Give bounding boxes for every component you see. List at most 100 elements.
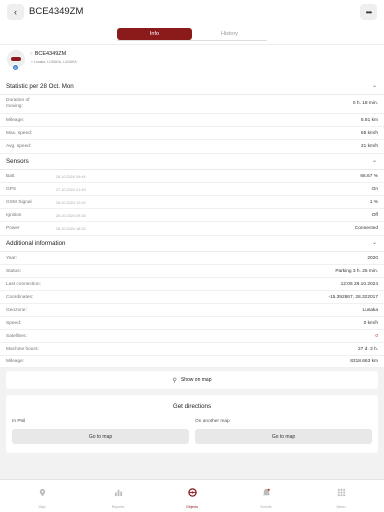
chevron-down-icon: ⌄: [371, 158, 377, 164]
tab-bar: Info History: [0, 24, 384, 44]
sensor-date: 28.10.2024 09:44: [56, 175, 86, 179]
directions-card: Get directions In Ptsl On another map Go…: [6, 395, 378, 453]
chevron-left-icon: ‹: [14, 7, 17, 17]
sensors-header[interactable]: Sensors ⌄: [0, 154, 384, 170]
nav-label: Map: [38, 505, 46, 509]
row-value: 31 km/h: [360, 144, 378, 149]
sensor-value: On: [371, 187, 378, 192]
info-row: Coordinates: -15.392867, 28.322017: [0, 291, 384, 304]
more-dots-icon: •••: [365, 7, 372, 17]
statistic-row: Duration of moving: 0 h. 18 min.: [0, 95, 384, 114]
sensor-date: 27.10.2024 21:43: [56, 188, 86, 192]
row-label: Duration of moving:: [6, 98, 30, 109]
row-value: 12:06 28.10.2024: [340, 282, 378, 287]
sensor-name: Power: [6, 226, 20, 231]
top-bar: ‹ BCE4349ZM •••: [0, 0, 384, 24]
sensor-name: GSM Signal: [6, 200, 32, 205]
statistic-row: Mileage: 5.81 km: [0, 114, 384, 127]
bar-chart-icon: [114, 489, 122, 497]
nav-label: Events: [260, 505, 272, 509]
chevron-down-icon: ⌄: [371, 83, 377, 89]
statistic-title: Statistic per 28 Oct. Mon: [6, 83, 74, 90]
row-label: Speed:: [6, 321, 22, 326]
show-on-map-button[interactable]: ⚲ Show on map: [6, 371, 378, 389]
sensor-value: 1 %: [369, 200, 378, 205]
object-card: 6 ○ BCE4349ZM ⌖ Lusaka, LUSAKA, LUSAKA: [0, 44, 384, 79]
map-pin-icon: [39, 488, 45, 497]
nav-map[interactable]: Map: [22, 484, 62, 509]
additional-info-title: Additional information: [6, 240, 66, 247]
tab-divider: [117, 40, 267, 41]
sensor-name: Batt: [6, 174, 15, 179]
sensor-value: Off: [371, 213, 378, 218]
row-value: 65 km/h: [360, 131, 378, 136]
object-address: ⌖ Lusaka, LUSAKA, LUSAKA: [31, 60, 77, 64]
sensor-date: 28.10.2024 18:23: [56, 227, 86, 231]
map-pin-icon: ⚲: [172, 377, 177, 384]
row-label: Coordinates:: [6, 295, 34, 300]
bell-icon: [262, 488, 270, 496]
row-value: 0 km/h: [363, 321, 378, 326]
nav-objects[interactable]: Objects: [172, 484, 212, 509]
info-row: Mileage: 8318.663 km: [0, 356, 384, 368]
row-label: Geozone:: [6, 308, 27, 313]
row-value: 5.81 km: [360, 118, 378, 123]
sensor-row: Power 28.10.2024 18:23 Connected: [0, 222, 384, 236]
nav-menu[interactable]: Menu: [321, 484, 361, 509]
row-value: 0 h. 18 min.: [352, 101, 378, 106]
sensor-row: GSM Signal 28.10.2024 12:02 1 %: [0, 196, 384, 209]
sensors-title: Sensors: [6, 158, 29, 165]
object-name-text: BCE4349ZM: [34, 51, 67, 57]
row-value: 8318.663 km: [350, 359, 378, 364]
status-dot-icon: ○: [30, 51, 33, 56]
row-value: Parking 3 h. 25 min.: [335, 269, 378, 274]
bottom-nav: Map Reports Objects Events Menu: [0, 479, 384, 512]
additional-info-header[interactable]: Additional information ⌄: [0, 236, 384, 252]
statistic-header[interactable]: Statistic per 28 Oct. Mon ⌄: [0, 79, 384, 95]
page-title: BCE4349ZM: [29, 6, 84, 17]
nav-label: Objects: [185, 505, 199, 509]
more-button[interactable]: •••: [360, 4, 377, 20]
statistic-row: Max. speed: 65 km/h: [0, 127, 384, 140]
show-on-map-label: Show on map: [180, 377, 212, 383]
nav-events[interactable]: Events: [246, 484, 286, 509]
nav-label: Reports: [111, 505, 125, 509]
object-address-text: Lusaka, LUSAKA, LUSAKA: [33, 60, 77, 64]
go-to-map-button-app[interactable]: Go to map: [12, 429, 189, 444]
go-to-map-button-other[interactable]: Go to map: [195, 429, 372, 444]
info-row: Speed: 0 km/h: [0, 317, 384, 330]
tab-history[interactable]: History: [192, 28, 267, 40]
row-label: Avg. speed:: [6, 144, 32, 149]
sensor-row: Ignition 28.10.2024 09:28 Off: [0, 209, 384, 222]
statistic-row: Avg. speed: 31 km/h: [0, 140, 384, 154]
directions-right-label: On another map: [195, 419, 230, 424]
sensor-name: GPS: [6, 187, 17, 192]
nav-label: Menu: [336, 505, 346, 509]
directions-title: Get directions: [172, 403, 212, 410]
row-label: Satellites:: [6, 334, 27, 339]
tab-info[interactable]: Info: [117, 28, 192, 40]
info-row: Status: Parking 3 h. 25 min.: [0, 265, 384, 278]
nav-reports[interactable]: Reports: [98, 484, 138, 509]
object-name: ○ BCE4349ZM: [30, 51, 66, 57]
row-value: -15.392867, 28.322017: [328, 295, 378, 300]
sensor-value: Connected: [354, 226, 378, 231]
sensor-row: Batt 28.10.2024 09:44 66.67 %: [0, 170, 384, 183]
row-label: Year:: [6, 256, 18, 261]
info-row: Last connection: 12:06 28.10.2024: [0, 278, 384, 291]
back-button[interactable]: ‹: [7, 4, 24, 20]
sensor-name: Ignition: [6, 213, 22, 218]
chevron-down-icon: ⌄: [371, 240, 377, 246]
sensor-date: 28.10.2024 12:02: [56, 201, 86, 205]
info-row: Year: 2020: [0, 252, 384, 265]
sensor-value: 66.67 %: [360, 174, 378, 179]
info-row: Geozone: Lusaka: [0, 304, 384, 317]
row-value: 27 d. 3 h.: [357, 347, 378, 352]
row-label: Status:: [6, 269, 21, 274]
grid-icon: [337, 488, 345, 497]
info-row: Machine hours: 27 d. 3 h.: [0, 343, 384, 356]
sensor-row: GPS 27.10.2024 21:43 On: [0, 183, 384, 196]
row-label: Last connection:: [6, 282, 41, 287]
row-value: 2020: [367, 256, 378, 261]
row-value: Lusaka: [362, 308, 378, 313]
